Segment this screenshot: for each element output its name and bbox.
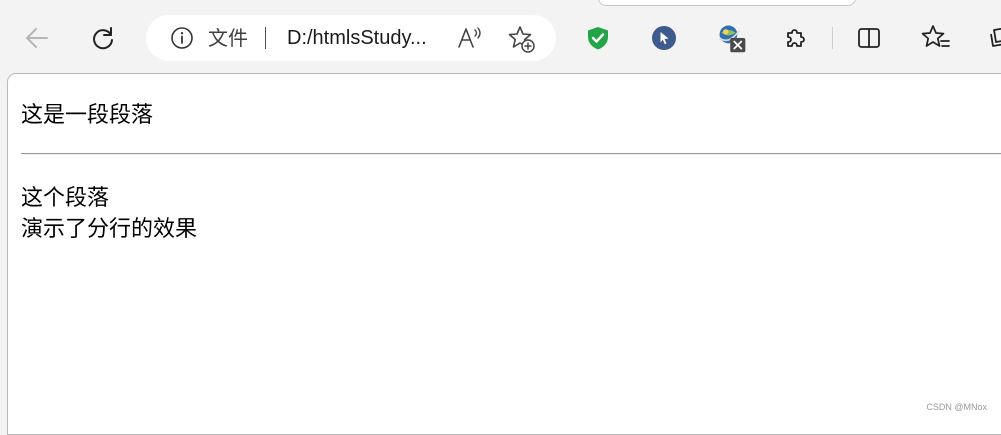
url-scheme-label: 文件 <box>208 26 248 50</box>
info-icon <box>170 26 194 50</box>
address-bar[interactable]: 文件 D:/htmlsStudy... <box>146 15 556 61</box>
tab-strip-edge <box>598 0 856 6</box>
address-separator <box>265 27 266 49</box>
back-button[interactable] <box>21 22 53 54</box>
url-text[interactable]: D:/htmlsStudy... <box>287 26 427 50</box>
shield-extension-button[interactable] <box>582 22 614 54</box>
star-add-icon <box>506 24 536 54</box>
collections-button[interactable] <box>984 22 1001 54</box>
watermark: CSDN @MNox <box>926 402 987 412</box>
cursor-extension-button[interactable] <box>648 22 680 54</box>
favorites-button[interactable] <box>920 22 952 54</box>
page-viewport: 这是一段段落 这个段落 演示了分行的效果 <box>7 73 1001 435</box>
paragraph-2-line-2: 演示了分行的效果 <box>21 217 197 242</box>
add-favorite-button[interactable] <box>506 24 536 54</box>
collections-icon <box>986 24 1001 52</box>
arrow-left-icon <box>23 24 51 52</box>
read-aloud-button[interactable] <box>456 24 484 52</box>
cursor-badge-icon <box>650 24 678 52</box>
refresh-button[interactable] <box>87 22 119 54</box>
paragraph-2-line-1: 这个段落 <box>21 186 109 211</box>
ie-mode-extension-button[interactable] <box>716 22 748 54</box>
toolbar-divider <box>832 27 833 49</box>
refresh-icon <box>89 24 117 52</box>
shield-check-icon <box>584 24 612 52</box>
site-info-button[interactable] <box>170 26 194 50</box>
extensions-button[interactable] <box>780 22 812 54</box>
horizontal-rule <box>21 153 1001 155</box>
favorites-star-icon <box>921 23 951 53</box>
paragraph-1: 这是一段段落 <box>21 103 153 129</box>
ie-mode-icon <box>716 20 748 56</box>
split-screen-button[interactable] <box>853 22 885 54</box>
puzzle-icon <box>782 24 810 52</box>
read-aloud-icon <box>456 24 484 52</box>
browser-toolbar: 文件 D:/htmlsStudy... <box>0 0 1001 74</box>
paragraph-2: 这个段落 演示了分行的效果 <box>21 183 197 245</box>
split-screen-icon <box>855 24 883 52</box>
